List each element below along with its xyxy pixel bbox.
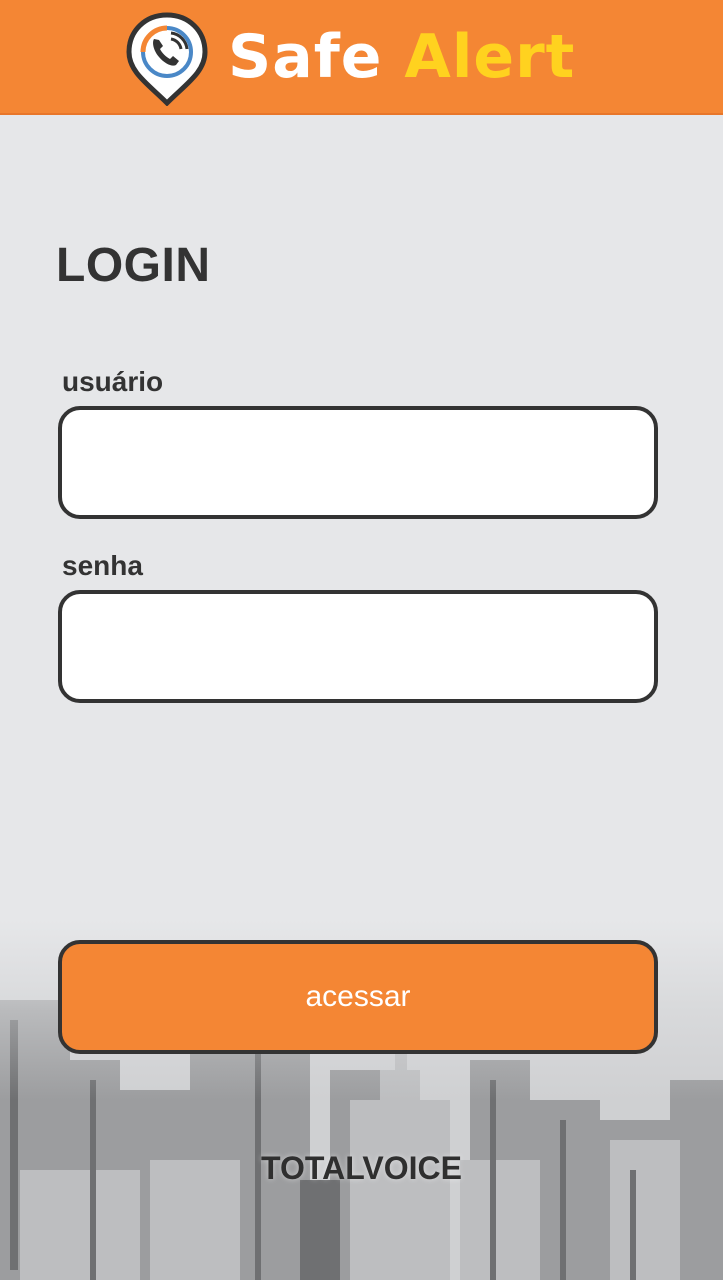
footer-brand: TOTALVOICE <box>261 1150 462 1186</box>
username-input[interactable] <box>58 406 658 519</box>
login-button[interactable]: acessar <box>58 940 658 1054</box>
brand-word-alert: Alert <box>404 22 576 92</box>
brand-word-safe: Safe <box>228 22 383 92</box>
page-title: LOGIN <box>56 239 211 292</box>
username-label: usuário <box>62 366 164 397</box>
app-header: Safe Alert <box>0 0 723 115</box>
password-label: senha <box>62 550 143 581</box>
brand-logo: Safe Alert <box>228 22 575 92</box>
phone-location-pin-icon <box>126 12 208 106</box>
password-input[interactable] <box>58 590 658 703</box>
